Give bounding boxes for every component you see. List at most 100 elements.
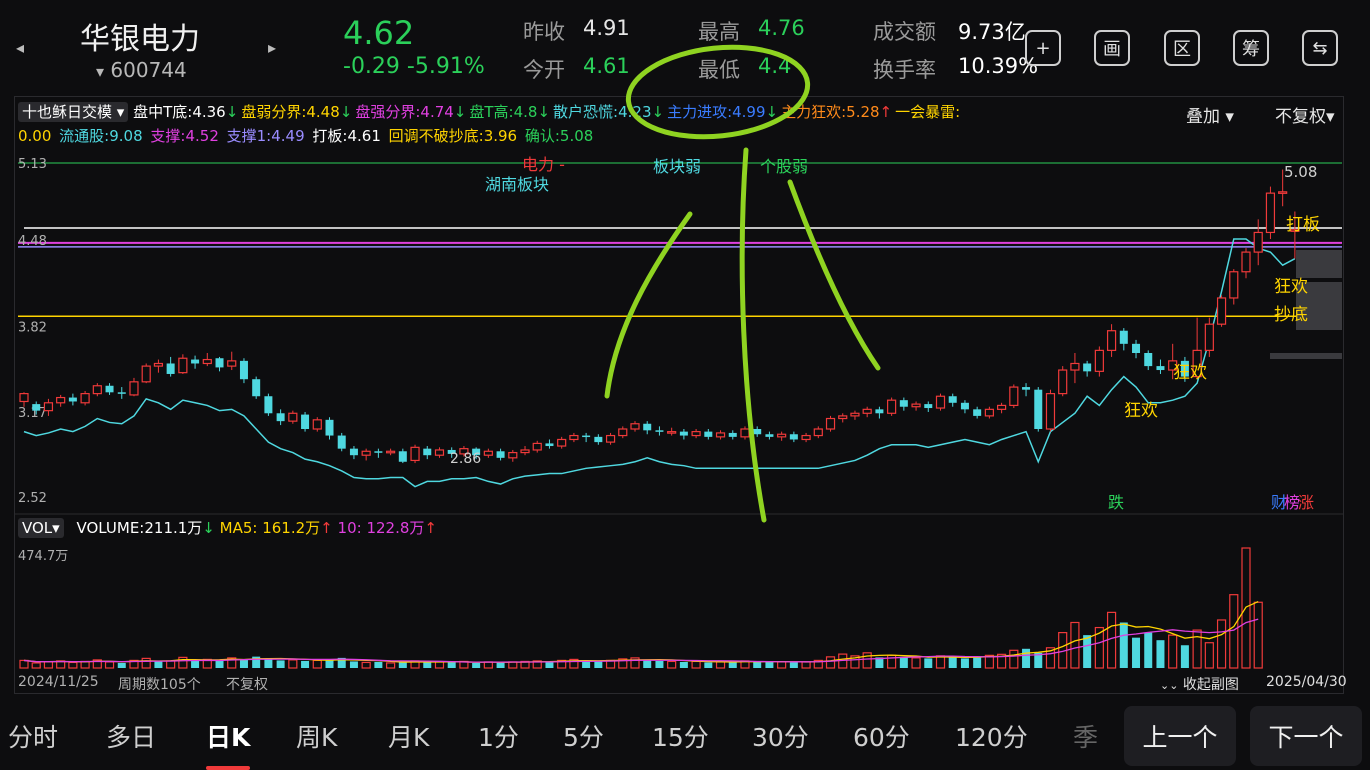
volume-bar <box>374 661 383 668</box>
candle-body <box>520 449 530 454</box>
tab-label: 5分 <box>563 723 604 752</box>
volume-bar <box>1229 594 1239 669</box>
candle-body <box>325 419 334 436</box>
candle-body <box>508 451 518 459</box>
candle-body <box>1119 330 1128 344</box>
volume-bar <box>1144 632 1153 668</box>
collapse-subchart-button[interactable]: ⌄⌄ 收起副图 <box>1160 674 1239 694</box>
candle-body <box>924 404 933 409</box>
candle-body <box>715 432 726 438</box>
candle-body <box>704 431 713 437</box>
candle-body <box>825 417 836 430</box>
volume-bar <box>924 658 933 668</box>
tab-5[interactable]: 1分 <box>478 718 519 754</box>
candle-body <box>276 413 285 422</box>
high-marker: 5.08 <box>1284 163 1317 181</box>
tab-4[interactable]: 月K <box>388 718 429 754</box>
price-axis-label: 2.52 <box>18 491 47 506</box>
candle-body <box>1241 251 1251 273</box>
volume-bar <box>1156 640 1165 668</box>
candle-body <box>202 358 212 365</box>
handdrawn-stroke <box>604 211 693 399</box>
tab-3[interactable]: 周K <box>296 718 337 754</box>
ma5-value: MA5: 161.2万 <box>219 519 321 537</box>
volume-bar <box>43 661 54 669</box>
candle-body <box>691 431 701 437</box>
candle-body <box>191 359 200 364</box>
sector-weak-label: 板块弱 <box>653 157 701 176</box>
volume-bar <box>825 656 836 669</box>
candle-body <box>557 438 567 447</box>
tab-8[interactable]: 30分 <box>752 718 809 754</box>
candle-body <box>1070 362 1080 371</box>
candle-body <box>935 395 946 409</box>
price-axis-label: 3.82 <box>18 321 47 336</box>
tab-11[interactable]: 季 <box>1073 718 1098 754</box>
arrow-up-icon: ↑ <box>320 519 333 537</box>
volume-bar <box>765 661 774 668</box>
handdrawn-circle <box>625 44 811 140</box>
kline-chart[interactable]: 5.134.483.823.172.52电力 -湖南板块板块弱 个股弱 5.082.… <box>0 0 1370 769</box>
candle-body <box>545 443 554 447</box>
volume-bar <box>191 660 200 668</box>
candle-body <box>312 419 322 430</box>
volume-bar <box>960 658 969 668</box>
bang-label: 榜 <box>1284 493 1300 512</box>
tab-1[interactable]: 多日 <box>106 718 156 754</box>
volume-selector[interactable]: VOL▾ <box>18 518 64 538</box>
candle-body <box>1058 369 1068 395</box>
tab-7[interactable]: 15分 <box>652 718 709 754</box>
next-stock-button[interactable]: 下一个 <box>1250 706 1362 766</box>
candle-body <box>887 399 897 414</box>
volume-bar <box>19 659 29 669</box>
candle-body <box>264 396 273 414</box>
tab-label: 30分 <box>752 723 809 752</box>
tab-label: 周K <box>296 723 338 752</box>
volume-bar <box>1022 648 1031 668</box>
sector-label: 电力 - <box>522 155 565 174</box>
tab-2[interactable]: 日K <box>206 718 251 770</box>
candle-body <box>386 450 396 454</box>
candle-body <box>618 428 628 437</box>
candle-body <box>301 414 310 429</box>
zone-box <box>1270 353 1342 359</box>
candle-body <box>337 435 346 449</box>
volume-bar <box>973 656 982 668</box>
candle-body <box>813 428 823 437</box>
volume-bar <box>68 661 78 669</box>
volume-bar <box>276 660 285 668</box>
tab-label: 15分 <box>652 723 709 752</box>
daban-label: 打板 <box>1286 215 1320 235</box>
candle-body <box>569 434 579 441</box>
candle-body <box>862 408 872 414</box>
candle-body <box>996 404 1007 410</box>
handdrawn-stroke <box>787 179 881 371</box>
volume-bar <box>801 661 811 669</box>
candle-body <box>667 431 677 434</box>
volume-bar <box>423 662 432 668</box>
candle-body <box>1022 387 1031 390</box>
candle-body <box>227 360 237 367</box>
tab-10[interactable]: 120分 <box>955 718 1028 754</box>
candle-body <box>1045 393 1056 430</box>
price-axis-label: 4.48 <box>18 234 47 249</box>
tab-9[interactable]: 60分 <box>853 718 910 754</box>
start-date: 2024/11/25 <box>18 674 99 690</box>
candle-body <box>129 381 139 396</box>
volume-bar <box>667 660 677 669</box>
volume-max-label: 474.7万 <box>18 549 69 564</box>
volume-value: VOLUME:211.1万 <box>76 519 203 537</box>
tab-6[interactable]: 5分 <box>563 718 604 754</box>
ma10-value: 10: 122.8万 <box>337 519 425 537</box>
candle-body <box>594 436 603 443</box>
candle-body <box>1156 366 1165 371</box>
candle-body <box>875 409 884 414</box>
tab-0[interactable]: 分时 <box>8 718 58 754</box>
volume-bar <box>31 662 41 669</box>
candle-body <box>740 428 750 438</box>
candle-body <box>582 435 591 438</box>
candle-body <box>496 451 505 458</box>
volume-bar <box>899 656 908 668</box>
prev-stock-button[interactable]: 上一个 <box>1124 706 1236 766</box>
volume-bar <box>1132 637 1141 668</box>
